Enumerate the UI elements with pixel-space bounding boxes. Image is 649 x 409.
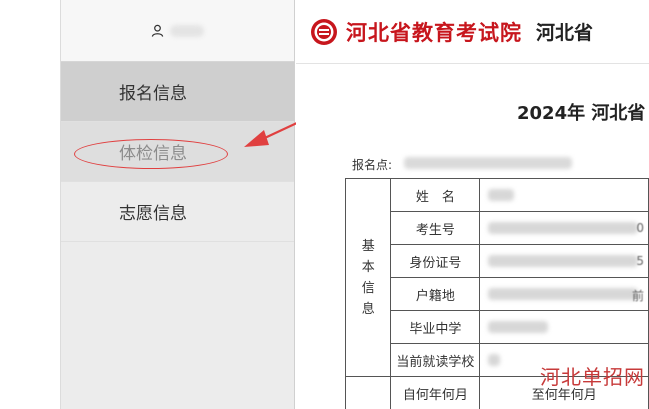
sidebar-item-label: 报名信息 <box>119 84 187 104</box>
main-content: 2024年 河北省 报名点: 基本信息 姓 名 考生号 0 身份证号 5 户籍地… <box>296 65 649 409</box>
row-label: 户籍地 <box>390 277 481 311</box>
row-label: 当前就读学校 <box>390 343 481 377</box>
row-value-redacted: 5 <box>479 244 649 278</box>
user-bar[interactable] <box>61 0 294 62</box>
row-value-tail: 5 <box>636 254 644 268</box>
table-row: 毕业中学 <box>346 310 649 344</box>
left-margin <box>0 0 60 409</box>
row-label: 考生号 <box>390 211 481 245</box>
basic-info-group-label: 基本信息 <box>344 178 392 377</box>
document-title: 2024年 河北省 <box>517 103 646 124</box>
registration-point-redacted <box>404 157 572 169</box>
row-value-redacted: 前 <box>479 277 649 311</box>
row-label: 毕业中学 <box>390 310 481 344</box>
user-icon <box>151 24 164 37</box>
annotation-oval <box>74 139 228 169</box>
table-row: 身份证号 5 <box>346 244 649 278</box>
row-value-redacted <box>479 310 649 344</box>
history-group-cell <box>344 376 392 409</box>
table-row: 户籍地 前 <box>346 277 649 311</box>
row-value-tail: 0 <box>636 221 644 235</box>
watermark: 河北单招网 <box>540 365 645 389</box>
row-value-tail: 前 <box>631 289 644 303</box>
exam-authority-logo-icon <box>311 18 337 45</box>
sidebar-item-label: 志愿信息 <box>119 204 187 224</box>
org-name: 河北省教育考试院 <box>346 20 522 45</box>
table-row: 基本信息 姓 名 <box>344 178 649 377</box>
sidebar-item-preference-info[interactable]: 志愿信息 <box>61 182 294 242</box>
sidebar: 报名信息 体检信息 志愿信息 <box>60 0 295 409</box>
site-header: 河北省教育考试院 河北省 <box>296 0 649 64</box>
row-label: 姓 名 <box>390 178 481 212</box>
username-redacted <box>170 24 204 37</box>
row-label: 身份证号 <box>390 244 481 278</box>
row-value-redacted <box>479 178 649 212</box>
row-value-redacted: 0 <box>479 211 649 245</box>
org-name-secondary: 河北省 <box>536 22 594 44</box>
group-text: 基本信息 <box>361 238 375 317</box>
registration-point-label: 报名点: <box>352 158 393 172</box>
table-row: 考生号 0 <box>346 211 649 245</box>
history-from-header: 自何年何月 <box>390 376 481 409</box>
